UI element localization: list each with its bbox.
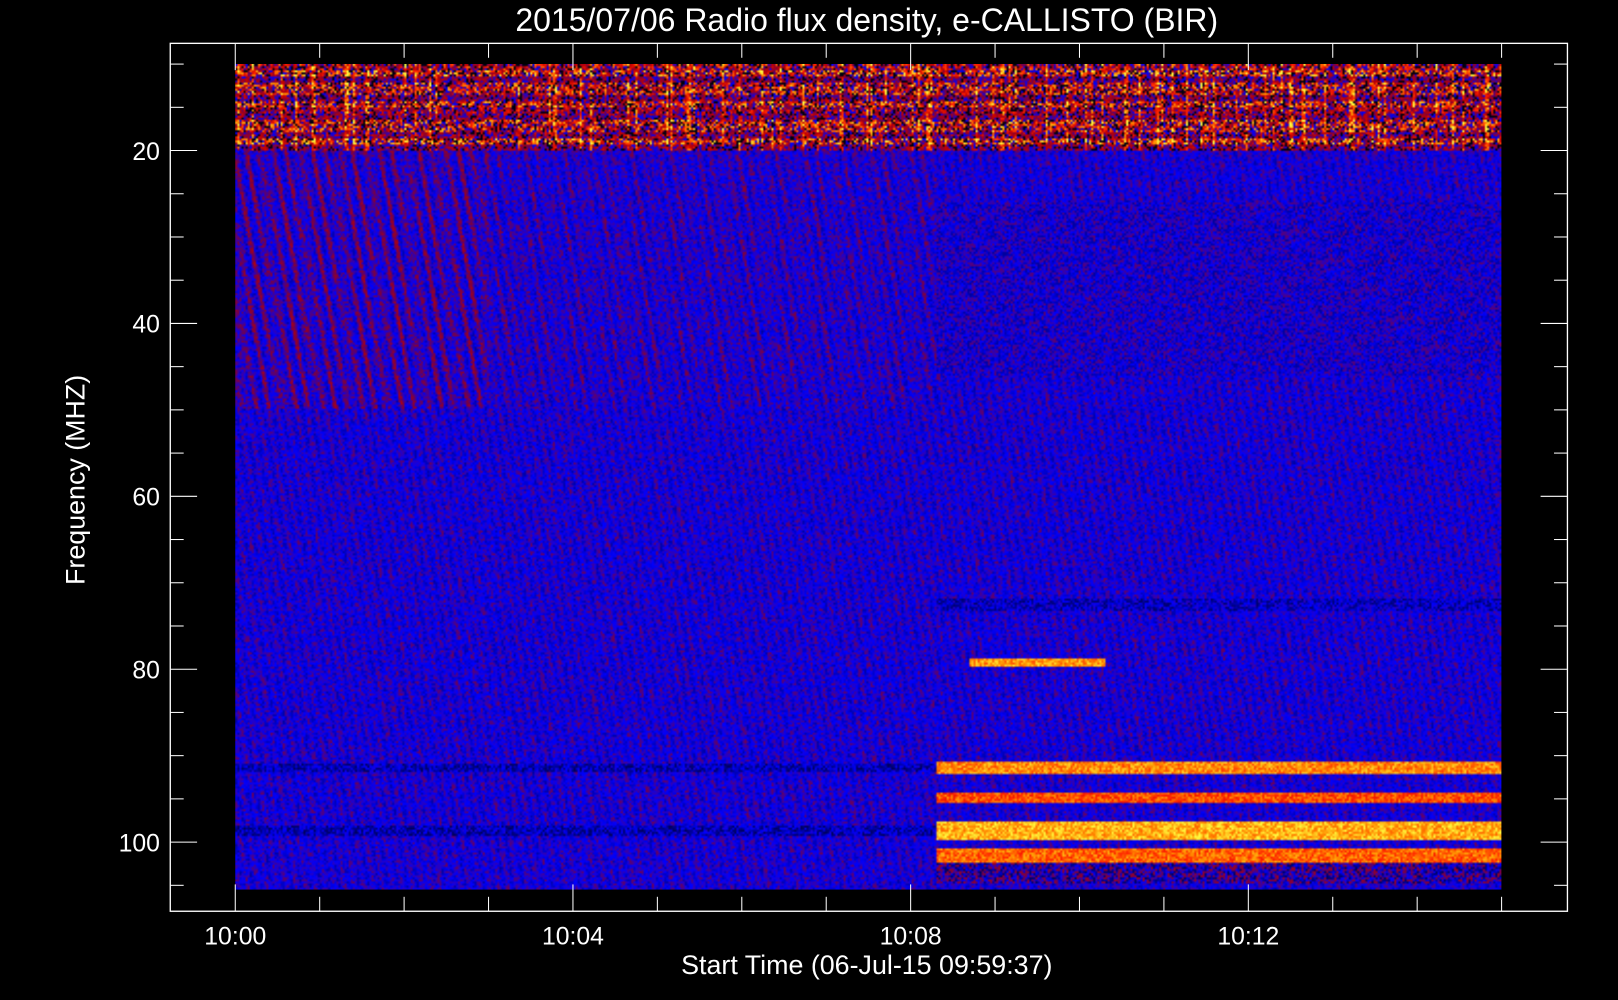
y-tick-label: 20 — [132, 139, 160, 166]
x-tick-label: 10:12 — [1217, 923, 1279, 950]
chart-title: 2015/07/06 Radio flux density, e-CALLIST… — [515, 2, 1218, 38]
y-tick-label: 40 — [132, 312, 160, 339]
y-axis-label: Frequency (MHZ) — [61, 375, 91, 585]
x-tick-label: 10:04 — [542, 923, 604, 950]
y-tick-label: 60 — [132, 485, 160, 512]
spectrogram-figure: 2015/07/06 Radio flux density, e-CALLIST… — [0, 0, 1618, 1000]
x-tick-label: 10:00 — [204, 923, 266, 950]
x-axis-label: Start Time (06-Jul-15 09:59:37) — [681, 950, 1052, 980]
chart-svg: 2015/07/06 Radio flux density, e-CALLIST… — [61, 2, 1569, 980]
y-tick-label: 80 — [132, 657, 160, 684]
y-tick-label: 100 — [119, 830, 160, 857]
x-tick-label: 10:08 — [880, 923, 942, 950]
spectrogram-heatmap — [235, 63, 1502, 890]
